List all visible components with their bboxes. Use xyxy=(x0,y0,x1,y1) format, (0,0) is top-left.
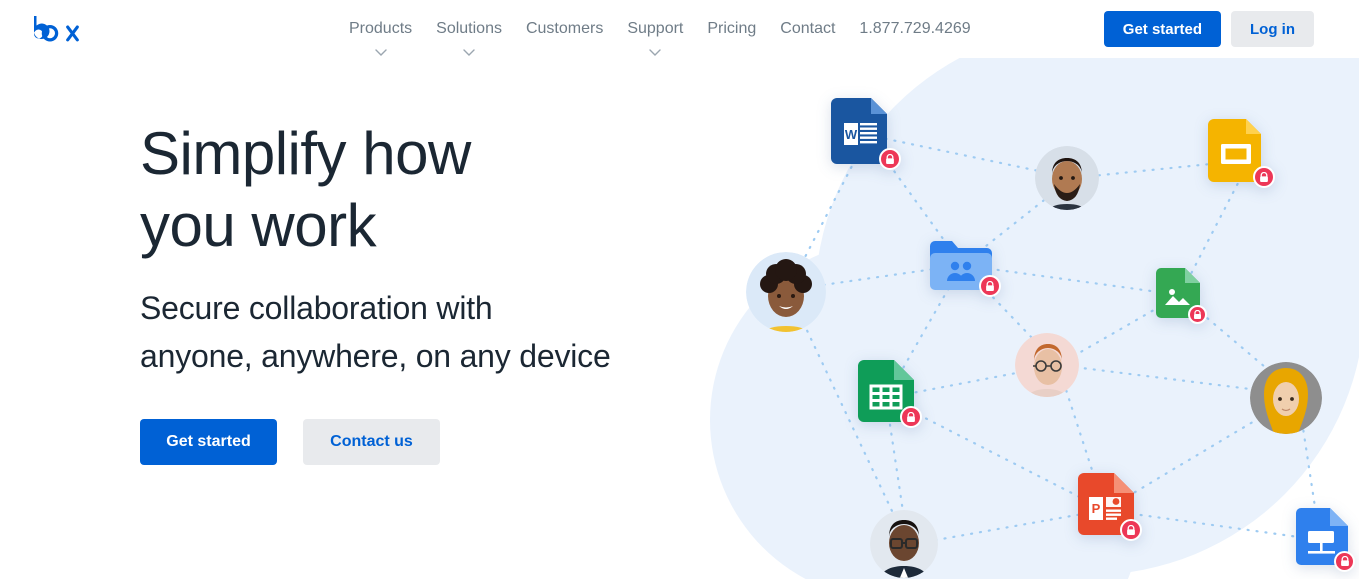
avatar-man-glasses-red-hair[interactable] xyxy=(1015,333,1079,397)
hero-subtitle: Secure collaboration with anyone, anywhe… xyxy=(140,284,760,380)
nav-label: Contact xyxy=(780,20,836,37)
avatar-image xyxy=(1250,362,1322,434)
powerpoint-file-icon[interactable]: P xyxy=(1078,473,1142,541)
header-login-button[interactable]: Log in xyxy=(1231,11,1314,47)
lock-badge-icon xyxy=(1253,166,1275,188)
header-actions: Get started Log in xyxy=(1103,11,1314,47)
lock-badge-icon xyxy=(1188,305,1207,324)
avatar-woman-headscarf[interactable] xyxy=(1250,362,1322,434)
hero-title-line-1: Simplify how xyxy=(140,120,471,187)
nav-item-pricing[interactable]: Pricing xyxy=(695,19,768,39)
lock-badge-icon xyxy=(1334,551,1355,572)
avatar-image xyxy=(1015,333,1079,397)
hero-title-line-2: you work xyxy=(140,192,377,259)
lock-badge-icon xyxy=(879,148,901,170)
presentation-file-icon[interactable] xyxy=(1296,508,1355,572)
box-logo-mark xyxy=(34,16,79,42)
header-phone-number[interactable]: 1.877.729.4269 xyxy=(847,19,982,39)
lock-badge-icon xyxy=(1120,519,1142,541)
google-slides-file-icon[interactable] xyxy=(1208,119,1275,188)
page-root: Products Solutions Customers Support Pri… xyxy=(0,0,1359,579)
nav-item-solutions[interactable]: Solutions xyxy=(424,19,514,62)
avatar-man-glasses-suit[interactable] xyxy=(870,510,938,578)
nav-label: Pricing xyxy=(707,20,757,37)
word-document-file-icon[interactable]: W xyxy=(831,98,901,170)
nav-label: Support xyxy=(627,20,684,37)
nav-item-customers[interactable]: Customers xyxy=(514,19,615,39)
main-navigation: Products Solutions Customers Support Pri… xyxy=(337,0,983,58)
avatar-image xyxy=(1035,146,1099,210)
nav-item-contact[interactable]: Contact xyxy=(768,19,847,39)
hero-contact-us-button[interactable]: Contact us xyxy=(303,419,440,465)
chevron-down-icon xyxy=(374,42,387,62)
hero-cta-group: Get started Contact us xyxy=(140,419,760,465)
hero-content: Simplify how you work Secure collaborati… xyxy=(140,118,760,465)
box-logo[interactable] xyxy=(31,13,91,45)
chevron-down-icon xyxy=(463,42,475,62)
nav-item-support[interactable]: Support xyxy=(615,19,695,62)
hero-subtitle-line-2: anyone, anywhere, on any device xyxy=(140,338,611,374)
nav-label: Products xyxy=(349,20,413,37)
hero-title: Simplify how you work xyxy=(140,118,760,262)
nav-item-products[interactable]: Products xyxy=(337,19,424,62)
site-header: Products Solutions Customers Support Pri… xyxy=(0,0,1359,58)
svg-text:W: W xyxy=(845,127,858,142)
avatar-image xyxy=(870,510,938,578)
header-get-started-button[interactable]: Get started xyxy=(1103,11,1221,47)
hero-subtitle-line-1: Secure collaboration with xyxy=(140,290,493,326)
google-sheets-file-icon[interactable] xyxy=(858,360,922,428)
svg-text:P: P xyxy=(1092,501,1101,516)
hero-illustration: W P xyxy=(690,0,1359,579)
avatar-man-beard[interactable] xyxy=(1035,146,1099,210)
nav-label: Customers xyxy=(525,20,604,37)
nav-label: Solutions xyxy=(436,20,502,37)
lock-badge-icon xyxy=(900,406,922,428)
chevron-down-icon xyxy=(649,42,662,62)
lock-badge-icon xyxy=(979,275,1001,297)
hero-get-started-button[interactable]: Get started xyxy=(140,419,277,465)
shared-folder-icon[interactable] xyxy=(930,240,1001,297)
image-file-icon[interactable] xyxy=(1156,268,1207,324)
